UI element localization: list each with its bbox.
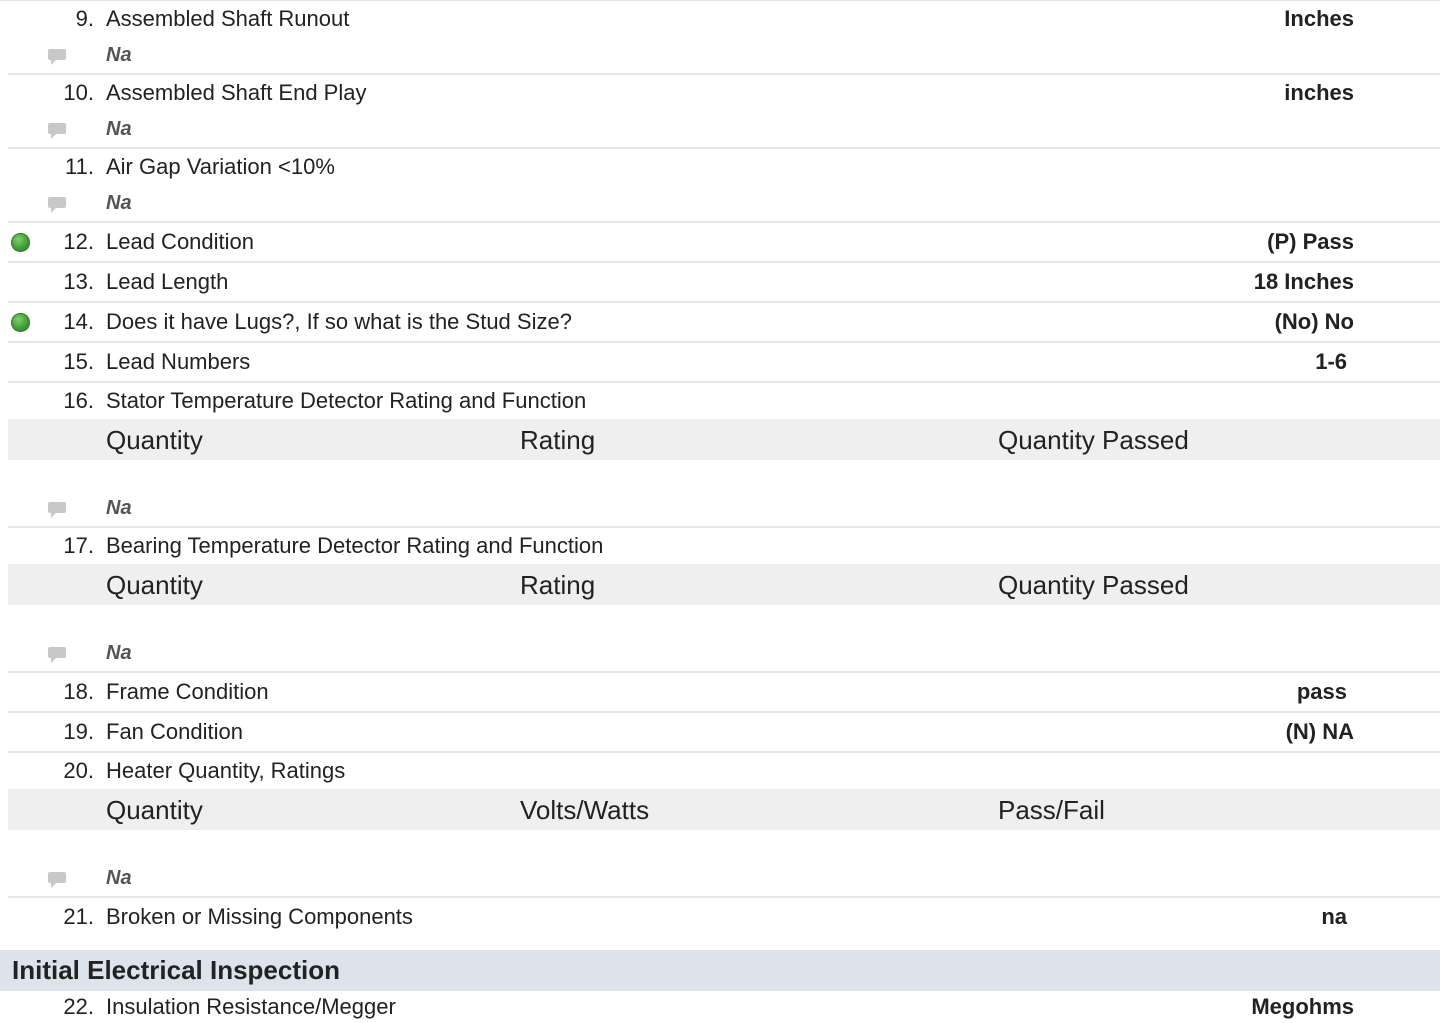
list-item: 10. Assembled Shaft End Play inches Na <box>8 75 1440 149</box>
list-item: 21. Broken or Missing Components na <box>8 898 1440 936</box>
item-value: 1-6 <box>1315 349 1347 374</box>
item-number: 16. <box>63 388 94 413</box>
column-header: Quantity Passed <box>998 425 1189 455</box>
column-header: Rating <box>520 425 596 455</box>
item-label: Lead Condition <box>106 229 255 254</box>
section-header: Initial Electrical Inspection <box>0 950 1440 991</box>
item-value: pass <box>1296 679 1347 704</box>
item-value: 18 Inches <box>1253 269 1354 294</box>
list-item: 14. Does it have Lugs?, If so what is th… <box>8 303 1440 343</box>
comment-icon[interactable] <box>48 123 66 139</box>
item-label: Fan Condition <box>106 719 243 744</box>
column-header: Quantity <box>106 570 203 600</box>
item-number: 13. <box>63 269 94 294</box>
list-item: 15. Lead Numbers 1-6 <box>8 343 1440 383</box>
comment-text: Na <box>106 117 132 140</box>
comment-icon[interactable] <box>48 647 66 663</box>
comment-text: Na <box>106 866 132 889</box>
item-number: 10. <box>63 80 94 105</box>
item-label: Assembled Shaft Runout <box>106 6 350 31</box>
item-label: Air Gap Variation <10% <box>106 154 335 179</box>
inspection-report: 9. Assembled Shaft Runout Inches Na 10. … <box>0 0 1440 1021</box>
comment-text: Na <box>106 496 132 519</box>
item-number: 20. <box>63 758 94 783</box>
list-item: 11. Air Gap Variation <10% Na <box>8 149 1440 223</box>
list-item: 22. Insulation Resistance/Megger Megohms <box>8 991 1440 1023</box>
item-label: Insulation Resistance/Megger <box>106 994 396 1019</box>
comment-icon[interactable] <box>48 872 66 888</box>
item-value: na <box>1321 904 1347 929</box>
comment-text: Na <box>106 641 132 664</box>
list-item: 17. Bearing Temperature Detector Rating … <box>8 528 1440 673</box>
item-value: (N) NA <box>1285 719 1354 744</box>
item-number: 14. <box>63 309 94 334</box>
comment-icon[interactable] <box>48 49 66 65</box>
list-item: 16. Stator Temperature Detector Rating a… <box>8 383 1440 528</box>
table-header: Quantity Volts/Watts Pass/Fail <box>8 789 1440 830</box>
list-item: 19. Fan Condition (N) NA <box>8 713 1440 753</box>
status-dot-icon <box>11 312 30 332</box>
list-item: 20. Heater Quantity, Ratings Quantity Vo… <box>8 753 1440 898</box>
checklist: 9. Assembled Shaft Runout Inches Na 10. … <box>8 1 1440 936</box>
item-value: (P) Pass <box>1267 229 1354 254</box>
item-label: Heater Quantity, Ratings <box>106 758 346 783</box>
column-header: Volts/Watts <box>520 795 650 825</box>
item-label: Broken or Missing Components <box>106 904 413 929</box>
item-label: Stator Temperature Detector Rating and F… <box>106 388 587 413</box>
column-header: Quantity <box>106 795 203 825</box>
comment-text: Na <box>106 43 132 66</box>
item-number: 9. <box>75 6 94 31</box>
item-number: 11. <box>65 154 94 179</box>
item-value: inches <box>1284 80 1354 105</box>
column-header: Pass/Fail <box>998 795 1105 825</box>
item-label: Assembled Shaft End Play <box>106 80 367 105</box>
item-number: 22. <box>63 994 94 1019</box>
comment-icon[interactable] <box>48 502 66 518</box>
item-number: 15. <box>63 349 94 374</box>
item-value: Megohms <box>1251 994 1354 1019</box>
item-number: 19. <box>63 719 94 744</box>
column-header: Quantity Passed <box>998 570 1189 600</box>
list-item: 13. Lead Length 18 Inches <box>8 263 1440 303</box>
comment-text: Na <box>106 191 132 214</box>
item-label: Does it have Lugs?, If so what is the St… <box>106 309 572 334</box>
list-item: 12. Lead Condition (P) Pass <box>8 223 1440 263</box>
item-number: 17. <box>63 533 94 558</box>
item-value: Inches <box>1284 6 1354 31</box>
item-label: Lead Length <box>106 269 229 294</box>
item-number: 18. <box>63 679 94 704</box>
item-label: Bearing Temperature Detector Rating and … <box>106 533 604 558</box>
comment-icon[interactable] <box>48 197 66 213</box>
list-item: 9. Assembled Shaft Runout Inches Na <box>8 1 1440 75</box>
list-item: 18. Frame Condition pass <box>8 673 1440 713</box>
item-label: Frame Condition <box>106 679 269 704</box>
item-value: (No) No <box>1274 309 1354 334</box>
item-number: 21. <box>63 904 94 929</box>
table-header: Quantity Rating Quantity Passed <box>8 419 1440 460</box>
status-dot-icon <box>11 232 30 252</box>
item-label: Lead Numbers <box>106 349 251 374</box>
table-header: Quantity Rating Quantity Passed <box>8 564 1440 605</box>
column-header: Rating <box>520 570 596 600</box>
item-number: 12. <box>63 229 94 254</box>
column-header: Quantity <box>106 425 203 455</box>
